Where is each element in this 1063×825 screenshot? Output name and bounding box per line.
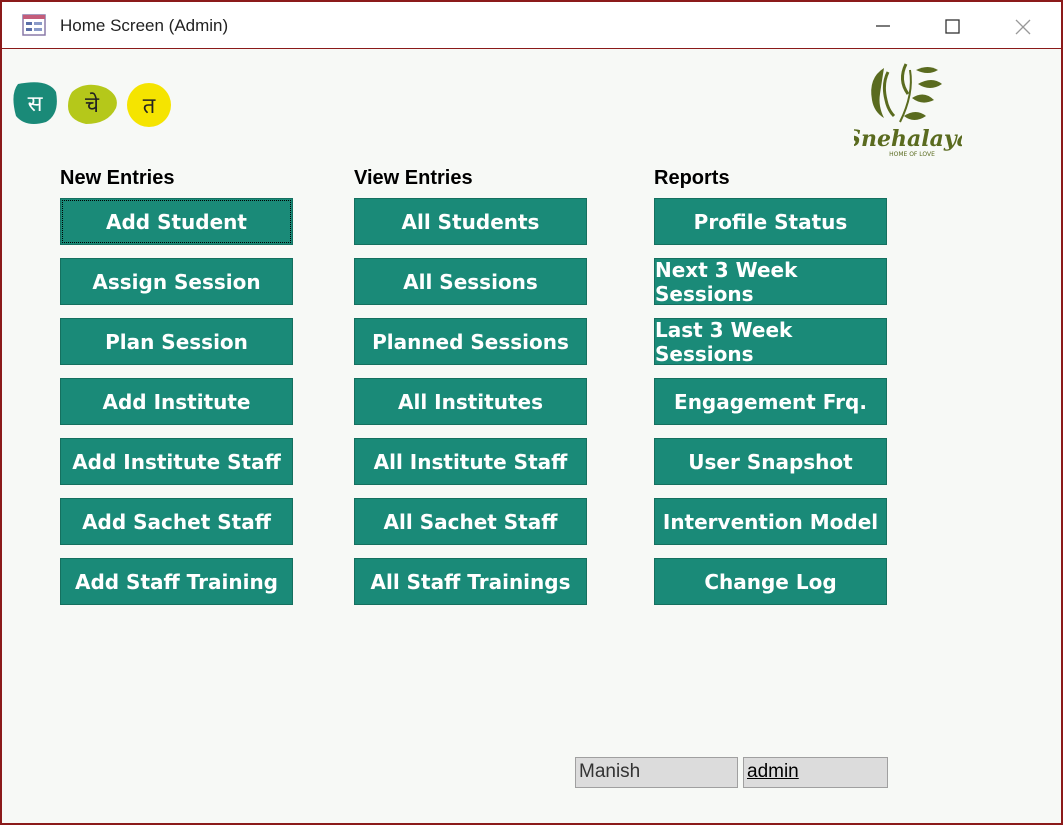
maximize-icon[interactable] (938, 12, 966, 40)
minimize-icon[interactable] (868, 12, 896, 40)
add-institute-button[interactable]: Add Institute (60, 378, 293, 425)
change-log-button[interactable]: Change Log (654, 558, 887, 605)
window-title: Home Screen (Admin) (60, 16, 229, 35)
profile-status-button[interactable]: Profile Status (654, 198, 887, 245)
svg-text:त: त (143, 94, 156, 119)
user-name-field: Manish (575, 757, 738, 788)
title-bar: Home Screen (Admin) (2, 2, 1061, 49)
add-institute-staff-button[interactable]: Add Institute Staff (60, 438, 293, 485)
engagement-frq-button[interactable]: Engagement Frq. (654, 378, 887, 425)
heading-new-entries: New Entries (60, 167, 175, 189)
add-staff-training-button[interactable]: Add Staff Training (60, 558, 293, 605)
close-icon[interactable] (1008, 12, 1036, 40)
user-snapshot-button[interactable]: User Snapshot (654, 438, 887, 485)
svg-text:Snehalaya: Snehalaya (854, 126, 962, 152)
all-sessions-button[interactable]: All Sessions (354, 258, 587, 305)
all-students-button[interactable]: All Students (354, 198, 587, 245)
plan-session-button[interactable]: Plan Session (60, 318, 293, 365)
sachet-logo-che: चे (68, 84, 117, 124)
all-staff-trainings-button[interactable]: All Staff Trainings (354, 558, 587, 605)
planned-sessions-button[interactable]: Planned Sessions (354, 318, 587, 365)
heading-reports: Reports (654, 167, 730, 189)
user-role-field: admin (743, 757, 888, 788)
intervention-model-button[interactable]: Intervention Model (654, 498, 887, 545)
heading-view-entries: View Entries (354, 167, 473, 189)
svg-text:HOME OF LOVE: HOME OF LOVE (889, 151, 935, 158)
app-window: Home Screen (Admin) स चे त Snehalaya (0, 0, 1063, 825)
sachet-logo-s: स (13, 82, 57, 124)
next-3-week-sessions-button[interactable]: Next 3 Week Sessions (654, 258, 887, 306)
svg-text:स: स (28, 92, 44, 117)
all-sachet-staff-button[interactable]: All Sachet Staff (354, 498, 587, 545)
last-3-week-sessions-button[interactable]: Last 3 Week Sessions (654, 318, 887, 366)
all-institutes-button[interactable]: All Institutes (354, 378, 587, 425)
svg-text:चे: चे (85, 92, 100, 118)
add-sachet-staff-button[interactable]: Add Sachet Staff (60, 498, 293, 545)
add-student-button[interactable]: Add Student (60, 198, 293, 245)
assign-session-button[interactable]: Assign Session (60, 258, 293, 305)
snehalaya-logo: Snehalaya HOME OF LOVE (854, 63, 962, 158)
form-icon (22, 14, 46, 36)
sachet-logo-t: त (127, 83, 171, 127)
all-institute-staff-button[interactable]: All Institute Staff (354, 438, 587, 485)
